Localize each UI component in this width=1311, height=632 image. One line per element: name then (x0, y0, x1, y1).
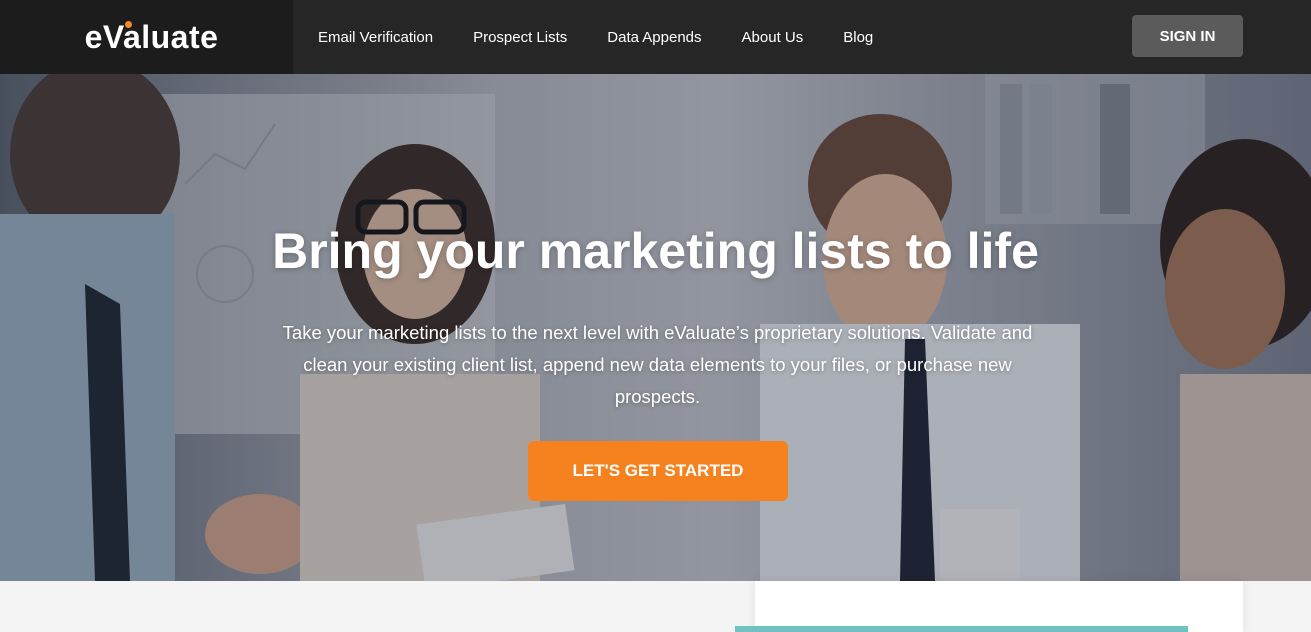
hero-section: Bring your marketing lists to life Take … (0, 74, 1311, 581)
top-navbar: eValuate Email Verification Prospect Lis… (0, 0, 1311, 74)
nav-link-data-appends[interactable]: Data Appends (607, 29, 701, 46)
nav-link-prospect-lists[interactable]: Prospect Lists (473, 29, 567, 46)
brand-logo-area[interactable]: eValuate (0, 0, 293, 74)
hero-subtitle: Take your marketing lists to the next le… (282, 322, 1033, 407)
brand-name: eValuate (84, 18, 219, 55)
nav-link-blog[interactable]: Blog (843, 29, 873, 46)
logo-dot-icon (124, 20, 132, 28)
nav-link-about-us[interactable]: About Us (742, 29, 804, 46)
hero-title: Bring your marketing lists to life (272, 223, 1039, 279)
sign-in-button[interactable]: SIGN IN (1132, 15, 1243, 57)
hero-content: Bring your marketing lists to life Take … (0, 74, 1311, 581)
feature-card (755, 581, 1243, 632)
teal-accent-bar (735, 626, 1188, 632)
main-menu: Email Verification Prospect Lists Data A… (318, 0, 913, 74)
brand-logo[interactable]: eValuate (85, 19, 219, 56)
get-started-button[interactable]: LET'S GET STARTED (528, 441, 788, 501)
nav-link-email-verification[interactable]: Email Verification (318, 29, 433, 46)
